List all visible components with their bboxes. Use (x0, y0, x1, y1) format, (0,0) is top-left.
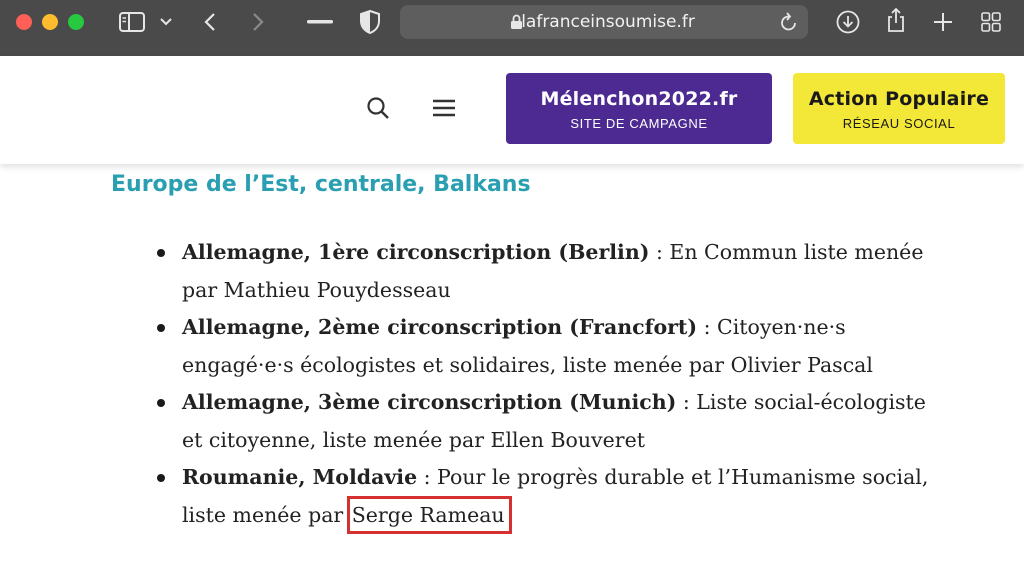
search-icon[interactable] (366, 96, 390, 125)
minimize-window-button[interactable] (42, 14, 58, 30)
candidate-list: Allemagne, 1ère circonscription (Berlin)… (157, 234, 952, 534)
download-icon[interactable] (836, 10, 860, 34)
zoom-window-button[interactable] (68, 14, 84, 30)
list-item: Roumanie, Moldavie : Pour le progrès dur… (157, 459, 952, 534)
sidebar-icon[interactable] (118, 10, 146, 34)
list-item-title: Allemagne, 1ère circonscription (Berlin) (182, 240, 650, 264)
section-heading: Europe de l’Est, centrale, Balkans (111, 172, 531, 197)
list-item: Allemagne, 2ème circonscription (Francfo… (157, 309, 952, 384)
campaign-site-button[interactable]: Mélenchon2022.fr SITE DE CAMPAGNE (506, 73, 772, 144)
forward-icon[interactable] (248, 10, 268, 34)
menu-icon[interactable] (432, 98, 456, 123)
plus-icon[interactable] (932, 10, 954, 34)
close-window-button[interactable] (16, 14, 32, 30)
shield-icon[interactable] (358, 10, 382, 34)
campaign-title: Mélenchon2022.fr (540, 88, 738, 110)
campaign-subtitle: SITE DE CAMPAGNE (570, 116, 708, 131)
list-item-title: Roumanie, Moldavie (182, 465, 418, 489)
grid-icon[interactable] (980, 10, 1002, 34)
highlighted-name: Serge Rameau (346, 495, 512, 534)
lock-icon (510, 14, 523, 35)
action-populaire-button[interactable]: Action Populaire RÉSEAU SOCIAL (793, 73, 1005, 144)
article-content: Europe de l’Est, centrale, Balkans Allem… (0, 164, 1024, 567)
share-icon[interactable] (884, 6, 908, 34)
list-item-title: Allemagne, 3ème circonscription (Munich) (182, 390, 677, 414)
address-bar[interactable]: lafranceinsoumise.fr (400, 5, 808, 39)
url-text: lafranceinsoumise.fr (521, 12, 695, 32)
reload-icon[interactable] (780, 12, 798, 37)
list-item: Allemagne, 3ème circonscription (Munich)… (157, 384, 952, 459)
minus-icon[interactable] (306, 10, 334, 34)
back-icon[interactable] (200, 10, 220, 34)
chevron-down-icon[interactable] (158, 10, 174, 34)
list-item-title: Allemagne, 2ème circonscription (Francfo… (182, 315, 698, 339)
browser-toolbar: lafranceinsoumise.fr (0, 0, 1024, 56)
popular-title: Action Populaire (808, 88, 990, 110)
popular-subtitle: RÉSEAU SOCIAL (842, 116, 956, 131)
site-header: Mélenchon2022.fr SITE DE CAMPAGNE Action… (0, 56, 1024, 164)
list-item: Allemagne, 1ère circonscription (Berlin)… (157, 234, 952, 309)
